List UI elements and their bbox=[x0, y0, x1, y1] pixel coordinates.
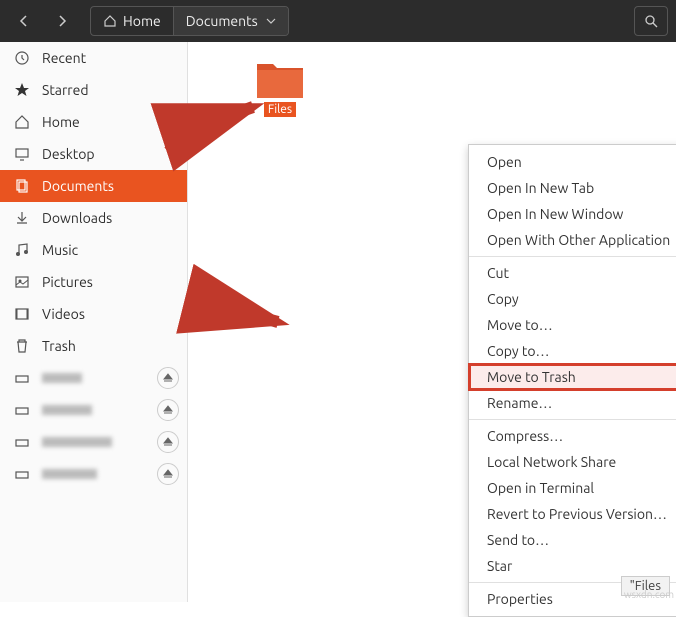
sidebar-item-label: Desktop bbox=[42, 146, 95, 162]
sidebar-item-drive[interactable] bbox=[0, 458, 187, 490]
menu-open-tab[interactable]: Open In New TabCtrl+Return bbox=[469, 175, 676, 201]
videos-icon bbox=[14, 306, 30, 322]
music-icon bbox=[14, 242, 30, 258]
eject-icon bbox=[163, 469, 173, 479]
sidebar-item-trash[interactable]: Trash bbox=[0, 330, 187, 362]
sidebar-item-label: Pictures bbox=[42, 274, 93, 290]
forward-button[interactable] bbox=[46, 7, 78, 35]
chevron-left-icon bbox=[18, 15, 30, 27]
drive-label-redacted bbox=[42, 437, 112, 447]
folder-label: Files bbox=[264, 102, 296, 117]
menu-local-share[interactable]: Local Network Share bbox=[469, 449, 676, 475]
menu-rename[interactable]: Rename…F2 bbox=[469, 390, 676, 416]
menu-terminal[interactable]: Open in Terminal bbox=[469, 475, 676, 501]
sidebar-item-pictures[interactable]: Pictures bbox=[0, 266, 187, 298]
eject-button[interactable] bbox=[157, 431, 179, 453]
menu-open-other[interactable]: Open With Other Application bbox=[469, 227, 676, 253]
breadcrumb-current-label: Documents bbox=[186, 13, 258, 29]
eject-icon bbox=[163, 437, 173, 447]
sidebar: Recent Starred Home Desktop Documents Do… bbox=[0, 42, 188, 602]
sidebar-item-downloads[interactable]: Downloads bbox=[0, 202, 187, 234]
chevron-right-icon bbox=[56, 15, 68, 27]
sidebar-item-label: Home bbox=[42, 114, 80, 130]
sidebar-item-label: Documents bbox=[42, 178, 114, 194]
sidebar-item-label: Downloads bbox=[42, 210, 112, 226]
desktop-icon bbox=[14, 146, 30, 162]
sidebar-item-desktop[interactable]: Desktop bbox=[0, 138, 187, 170]
drive-icon bbox=[14, 466, 30, 482]
menu-copy[interactable]: CopyCtrl+C bbox=[469, 286, 676, 312]
home-icon bbox=[14, 114, 30, 130]
search-icon bbox=[644, 14, 658, 28]
sidebar-item-videos[interactable]: Videos bbox=[0, 298, 187, 330]
breadcrumb-home-label: Home bbox=[123, 13, 161, 29]
sidebar-item-music[interactable]: Music bbox=[0, 234, 187, 266]
menu-open-window[interactable]: Open In New WindowShift+Return bbox=[469, 201, 676, 227]
folder-item[interactable]: Files bbox=[250, 58, 310, 117]
sidebar-item-starred[interactable]: Starred bbox=[0, 74, 187, 106]
menu-cut[interactable]: CutCtrl+X bbox=[469, 260, 676, 286]
context-menu: OpenReturn Open In New TabCtrl+Return Op… bbox=[468, 144, 676, 617]
sidebar-item-drive[interactable] bbox=[0, 394, 187, 426]
sidebar-item-label: Recent bbox=[42, 50, 86, 66]
sidebar-item-drive[interactable] bbox=[0, 362, 187, 394]
eject-button[interactable] bbox=[157, 463, 179, 485]
breadcrumb: Home Documents bbox=[90, 6, 289, 36]
menu-copy-to[interactable]: Copy to… bbox=[469, 338, 676, 364]
drive-icon bbox=[14, 434, 30, 450]
menu-separator bbox=[469, 419, 676, 420]
search-button[interactable] bbox=[634, 6, 668, 36]
menu-move-to[interactable]: Move to… bbox=[469, 312, 676, 338]
watermark: wsxdn.com bbox=[624, 589, 674, 600]
sidebar-item-label: Videos bbox=[42, 306, 85, 322]
sidebar-item-home[interactable]: Home bbox=[0, 106, 187, 138]
sidebar-item-label: Trash bbox=[42, 338, 76, 354]
folder-icon bbox=[255, 58, 305, 100]
header-toolbar: Home Documents bbox=[0, 0, 676, 42]
menu-separator bbox=[469, 256, 676, 257]
menu-revert[interactable]: Revert to Previous Version… bbox=[469, 501, 676, 527]
breadcrumb-current[interactable]: Documents bbox=[174, 7, 288, 35]
sidebar-item-label: Music bbox=[42, 242, 78, 258]
annotation-arrow bbox=[198, 272, 298, 355]
clock-icon bbox=[14, 50, 30, 66]
eject-icon bbox=[163, 373, 173, 383]
main-panel[interactable]: Files OpenReturn Open In New TabCtrl+Ret… bbox=[188, 42, 676, 602]
menu-send-to[interactable]: Send to… bbox=[469, 527, 676, 553]
pictures-icon bbox=[14, 274, 30, 290]
sidebar-item-recent[interactable]: Recent bbox=[0, 42, 187, 74]
star-icon bbox=[14, 82, 30, 98]
home-icon bbox=[103, 14, 117, 28]
drive-label-redacted bbox=[42, 373, 82, 383]
menu-compress[interactable]: Compress… bbox=[469, 423, 676, 449]
sidebar-item-documents[interactable]: Documents bbox=[0, 170, 187, 202]
drive-icon bbox=[14, 402, 30, 418]
eject-button[interactable] bbox=[157, 367, 179, 389]
chevron-down-icon bbox=[266, 18, 276, 24]
documents-icon bbox=[14, 178, 30, 194]
menu-open[interactable]: OpenReturn bbox=[469, 149, 676, 175]
back-button[interactable] bbox=[8, 7, 40, 35]
breadcrumb-home[interactable]: Home bbox=[91, 7, 174, 35]
sidebar-item-label: Starred bbox=[42, 82, 89, 98]
drive-label-redacted bbox=[42, 469, 97, 479]
download-icon bbox=[14, 210, 30, 226]
drive-icon bbox=[14, 370, 30, 386]
menu-move-trash[interactable]: Move to TrashDelete bbox=[469, 364, 676, 390]
drive-label-redacted bbox=[42, 405, 92, 415]
trash-icon bbox=[14, 338, 30, 354]
sidebar-item-drive[interactable] bbox=[0, 426, 187, 458]
eject-button[interactable] bbox=[157, 399, 179, 421]
eject-icon bbox=[163, 405, 173, 415]
